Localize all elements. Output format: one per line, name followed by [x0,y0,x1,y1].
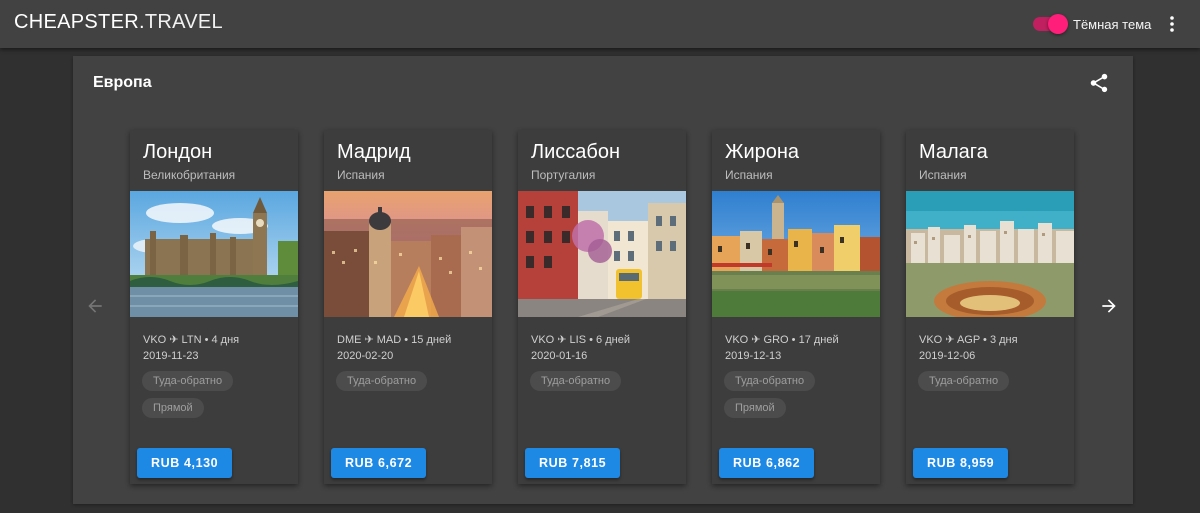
price-button[interactable]: RUB 6,672 [331,448,427,478]
share-icon[interactable] [1088,72,1110,94]
card-date: 2020-02-20 [337,350,394,362]
destination-card-madrid[interactable]: Мадрид Испания DME ✈ MAD • 15 дней 2020-… [324,130,492,484]
lisbon-image[interactable] [518,191,686,317]
card-route: VKO ✈ LIS • 6 дней [531,334,630,346]
card-country: Испания [337,168,385,182]
card-country: Испания [725,168,773,182]
card-city: Жирона [725,141,800,163]
card-country: Великобритания [143,168,236,182]
round-trip-chip: Туда-обратно [724,371,816,391]
arrow-left-icon[interactable] [85,296,105,316]
london-image[interactable] [130,191,298,317]
price-button[interactable]: RUB 8,959 [913,448,1009,478]
theme-label: Тёмная тема [1073,16,1152,32]
destination-card-malaga[interactable]: Малага Испания VKO ✈ AGP • 3 дня 2019-12… [906,130,1074,484]
card-date: 2019-12-06 [919,350,976,362]
more-vert-icon[interactable] [1160,12,1184,36]
card-route: VKO ✈ LTN • 4 дня [143,334,240,346]
logo-bold: CHEAPSTER. [14,11,145,33]
arrow-right-icon[interactable] [1099,296,1119,316]
card-date: 2020-01-16 [531,350,588,362]
card-route: VKO ✈ AGP • 3 дня [919,334,1018,346]
theme-toggle[interactable]: Тёмная тема [1033,13,1151,35]
card-city: Малага [919,141,988,163]
logo-light: TRAVEL [144,11,223,33]
card-route: DME ✈ MAD • 15 дней [337,334,452,346]
madrid-image[interactable] [324,191,492,317]
round-trip-chip: Туда-обратно [918,371,1010,391]
app-logo[interactable]: CHEAPSTER.TRAVEL [14,11,223,34]
card-date: 2019-12-13 [725,350,782,362]
card-date: 2019-11-23 [143,350,199,362]
round-trip-chip: Туда-обратно [336,371,428,391]
app-bar: CHEAPSTER.TRAVEL Тёмная тема [0,0,1200,48]
card-city: Мадрид [337,141,411,163]
card-route: VKO ✈ GRO • 17 дней [725,334,839,346]
section-panel: Европа Лондон Великобритания VKO ✈ LTN •… [73,56,1133,504]
round-trip-chip: Туда-обратно [142,371,234,391]
theme-switch[interactable] [1033,14,1068,34]
girona-image[interactable] [712,191,880,317]
destination-card-london[interactable]: Лондон Великобритания VKO ✈ LTN • 4 дня … [130,130,298,484]
card-country: Португалия [531,168,596,182]
price-button[interactable]: RUB 4,130 [137,448,233,478]
card-city: Лиссабон [531,141,621,163]
round-trip-chip: Туда-обратно [530,371,622,391]
switch-thumb[interactable] [1048,14,1068,34]
price-button[interactable]: RUB 6,862 [719,448,815,478]
price-button[interactable]: RUB 7,815 [525,448,621,478]
destination-card-lisbon[interactable]: Лиссабон Португалия VKO ✈ LIS • 6 дней 2… [518,130,686,484]
malaga-image[interactable] [906,191,1074,317]
direct-chip: Прямой [724,398,786,418]
direct-chip: Прямой [142,398,204,418]
section-title: Европа [93,74,152,91]
destination-card-girona[interactable]: Жирона Испания VKO ✈ GRO • 17 дней 2019-… [712,130,880,484]
card-country: Испания [919,168,967,182]
card-city: Лондон [143,141,213,163]
